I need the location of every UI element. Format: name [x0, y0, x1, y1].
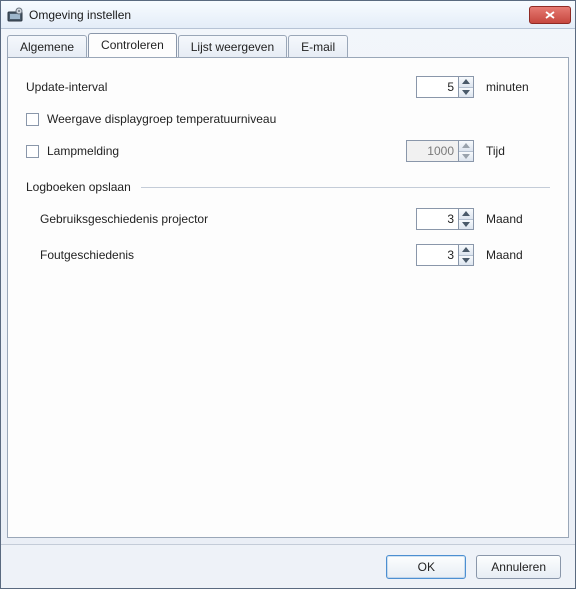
tab-email[interactable]: E-mail: [288, 35, 348, 58]
error-history-unit: Maand: [486, 248, 550, 262]
lamp-notice-input: [406, 140, 458, 162]
lamp-notice-spinner: [406, 140, 474, 162]
spin-up-icon[interactable]: [459, 209, 473, 220]
close-icon: [545, 11, 555, 19]
tab-general[interactable]: Algemene: [7, 35, 87, 58]
spin-down-icon[interactable]: [459, 256, 473, 266]
lamp-notice-checkbox[interactable]: [26, 145, 39, 158]
usage-history-row: Gebruiksgeschiedenis projector Maand: [40, 208, 550, 230]
display-group-label[interactable]: Weergave displaygroep temperatuurniveau: [47, 112, 550, 126]
tab-list[interactable]: Lijst weergeven: [178, 35, 287, 58]
cancel-button[interactable]: Annuleren: [476, 555, 561, 579]
usage-history-spinner[interactable]: [416, 208, 474, 230]
tab-strip: Algemene Controleren Lijst weergeven E-m…: [1, 29, 575, 57]
error-history-spin-buttons: [458, 244, 474, 266]
spin-up-icon[interactable]: [459, 77, 473, 88]
update-interval-spinner[interactable]: [416, 76, 474, 98]
usage-history-label: Gebruiksgeschiedenis projector: [40, 212, 416, 226]
update-interval-spin-buttons: [458, 76, 474, 98]
spin-up-icon[interactable]: [459, 245, 473, 256]
lamp-notice-label[interactable]: Lampmelding: [47, 144, 406, 158]
spin-down-icon: [459, 152, 473, 162]
update-interval-unit: minuten: [486, 80, 550, 94]
error-history-label: Foutgeschiedenis: [40, 248, 416, 262]
update-interval-label: Update-interval: [26, 80, 416, 94]
logs-group-header: Logboeken opslaan: [26, 180, 550, 194]
lamp-notice-row: Lampmelding Tijd: [26, 140, 550, 162]
spin-down-icon[interactable]: [459, 88, 473, 98]
update-interval-input[interactable]: [416, 76, 458, 98]
error-history-spinner[interactable]: [416, 244, 474, 266]
usage-history-input[interactable]: [416, 208, 458, 230]
update-interval-row: Update-interval minuten: [26, 76, 550, 98]
lamp-notice-unit: Tijd: [486, 144, 550, 158]
spin-down-icon[interactable]: [459, 220, 473, 230]
spin-up-icon: [459, 141, 473, 152]
ok-button[interactable]: OK: [386, 555, 466, 579]
display-group-checkbox[interactable]: [26, 113, 39, 126]
titlebar: Omgeving instellen: [1, 1, 575, 29]
tab-monitor[interactable]: Controleren: [88, 33, 177, 57]
button-bar: OK Annuleren: [1, 544, 575, 588]
divider: [141, 187, 550, 188]
tab-panel-monitor: Update-interval minuten Weergave display…: [7, 57, 569, 538]
display-group-row: Weergave displaygroep temperatuurniveau: [26, 112, 550, 126]
error-history-input[interactable]: [416, 244, 458, 266]
usage-history-unit: Maand: [486, 212, 550, 226]
lamp-notice-spin-buttons: [458, 140, 474, 162]
dialog-window: Omgeving instellen Algemene Controleren …: [0, 0, 576, 589]
error-history-row: Foutgeschiedenis Maand: [40, 244, 550, 266]
settings-icon: [7, 7, 23, 23]
window-title: Omgeving instellen: [29, 8, 529, 22]
usage-history-spin-buttons: [458, 208, 474, 230]
logs-group-title: Logboeken opslaan: [26, 180, 131, 194]
close-button[interactable]: [529, 6, 571, 24]
